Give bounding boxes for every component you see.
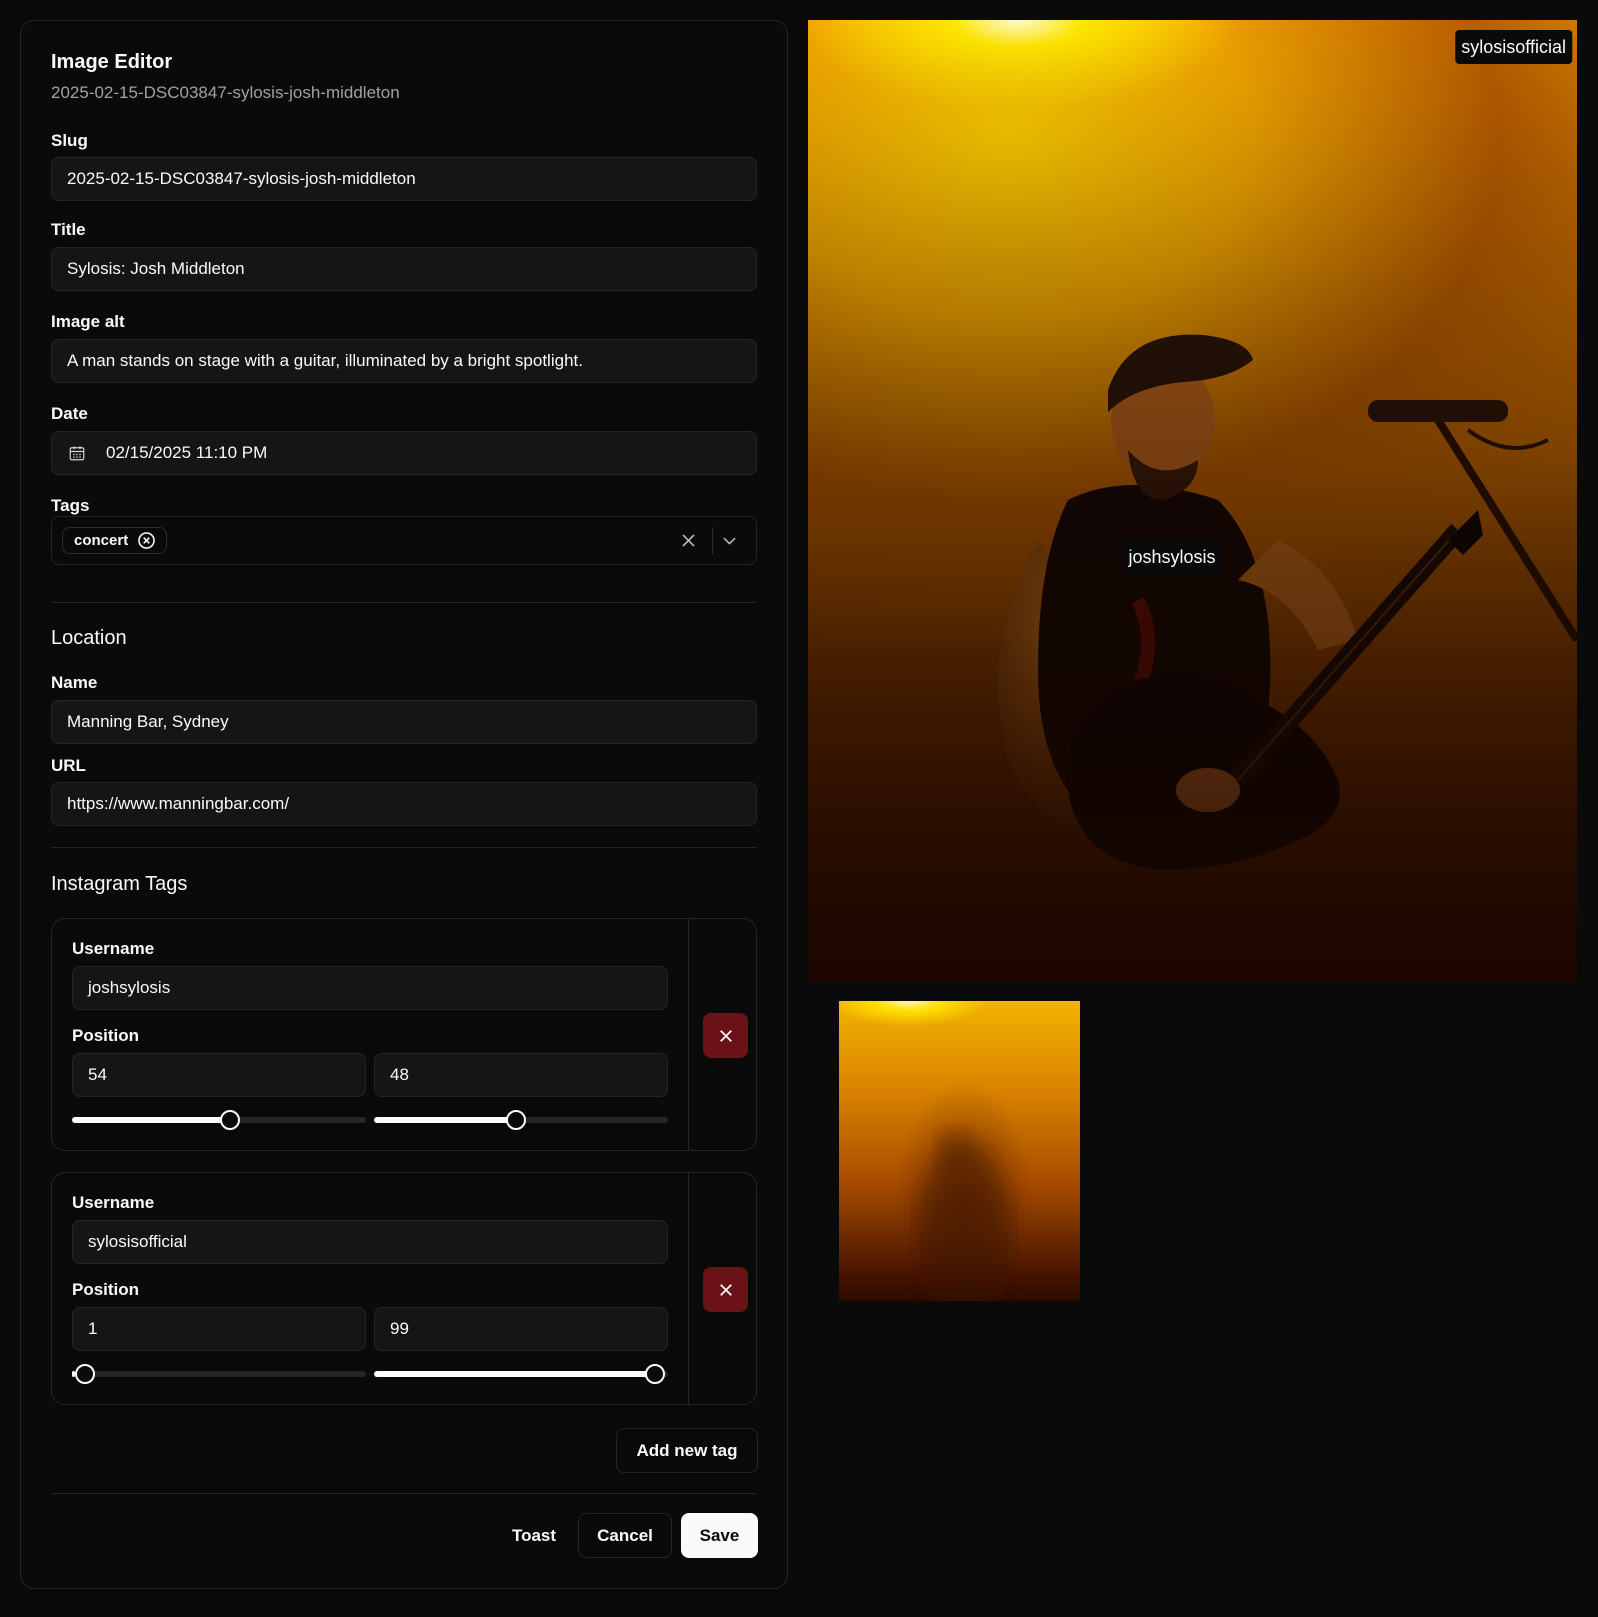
delete-tag-button[interactable]	[703, 1013, 748, 1058]
position-label: Position	[72, 1026, 140, 1045]
toast-button[interactable]: Toast	[499, 1513, 569, 1558]
tags-select[interactable]: concert	[51, 516, 757, 565]
title-label: Title	[51, 220, 86, 239]
instagram-tag-marker[interactable]: joshsylosis	[1122, 540, 1222, 574]
username-label: Username	[72, 939, 155, 958]
username-label: Username	[72, 1193, 155, 1212]
position-label: Position	[72, 1280, 140, 1299]
slider-fill	[374, 1371, 666, 1377]
calendar-icon	[69, 446, 85, 461]
username-input[interactable]: joshsylosis	[72, 966, 668, 1010]
position-y-slider[interactable]	[374, 1110, 668, 1130]
card-divider	[688, 1173, 689, 1404]
divider	[51, 847, 757, 848]
image-editor-panel: Image Editor 2025-02-15-DSC03847-sylosis…	[20, 20, 788, 1589]
location-heading: Location	[51, 627, 127, 649]
divider	[51, 602, 757, 603]
date-label: Date	[51, 404, 88, 423]
location-url-label: URL	[51, 756, 86, 775]
position-x-slider[interactable]	[72, 1364, 366, 1384]
instagram-tag-card: Username joshsylosis Position 54 48	[51, 918, 757, 1151]
position-x-slider[interactable]	[72, 1110, 366, 1130]
slider-fill	[374, 1117, 516, 1123]
image-alt-input[interactable]: A man stands on stage with a guitar, ill…	[51, 339, 757, 383]
blurred-thumbnail	[919, 1129, 1009, 1301]
date-value: 02/15/2025 11:10 PM	[106, 443, 268, 462]
tags-divider	[712, 527, 713, 554]
remove-tag-icon[interactable]	[137, 531, 156, 550]
card-divider	[688, 919, 689, 1150]
instagram-tag-marker[interactable]: sylosisofficial	[1455, 30, 1572, 64]
slider-track	[72, 1371, 366, 1377]
slug-label: Slug	[51, 131, 88, 150]
position-y-input[interactable]: 48	[374, 1053, 668, 1097]
date-picker[interactable]: 02/15/2025 11:10 PM	[51, 431, 757, 475]
clear-tags-icon[interactable]	[679, 531, 698, 550]
image-preview[interactable]: joshsylosis sylosisofficial	[808, 20, 1577, 981]
instagram-tag-card: Username sylosisofficial Position 1 99	[51, 1172, 757, 1405]
slider-thumb[interactable]	[74, 1364, 95, 1384]
location-url-input[interactable]: https://www.manningbar.com/	[51, 782, 757, 826]
close-icon	[719, 1283, 732, 1296]
tag-chip-label: concert	[74, 532, 129, 549]
tag-chip: concert	[62, 527, 168, 554]
position-x-input[interactable]: 1	[72, 1307, 366, 1351]
divider	[51, 1493, 757, 1494]
slider-thumb[interactable]	[505, 1110, 526, 1130]
location-name-input[interactable]: Manning Bar, Sydney	[51, 700, 757, 744]
chevron-down-icon[interactable]	[720, 531, 739, 550]
username-input[interactable]: sylosisofficial	[72, 1220, 668, 1264]
save-button[interactable]: Save	[681, 1513, 758, 1558]
delete-tag-button[interactable]	[703, 1267, 748, 1312]
image-thumbnail[interactable]	[839, 1001, 1080, 1301]
editor-title: Image Editor	[51, 51, 173, 73]
tags-label: Tags	[51, 496, 90, 515]
image-alt-label: Image alt	[51, 312, 125, 331]
concert-photo	[808, 20, 1577, 981]
instagram-tags-heading: Instagram Tags	[51, 873, 188, 895]
slider-fill	[72, 1117, 231, 1123]
slug-input[interactable]: 2025-02-15-DSC03847-sylosis-josh-middlet…	[51, 157, 757, 201]
position-x-input[interactable]: 54	[72, 1053, 366, 1097]
cancel-button[interactable]: Cancel	[578, 1513, 672, 1558]
slider-thumb[interactable]	[645, 1364, 666, 1384]
editor-subtitle: 2025-02-15-DSC03847-sylosis-josh-middlet…	[51, 83, 400, 102]
slider-thumb[interactable]	[219, 1110, 240, 1130]
position-y-input[interactable]: 99	[374, 1307, 668, 1351]
location-name-label: Name	[51, 673, 98, 692]
title-input[interactable]: Sylosis: Josh Middleton	[51, 247, 757, 291]
add-new-tag-button[interactable]: Add new tag	[616, 1428, 758, 1473]
position-y-slider[interactable]	[374, 1364, 668, 1384]
close-icon	[719, 1029, 732, 1042]
